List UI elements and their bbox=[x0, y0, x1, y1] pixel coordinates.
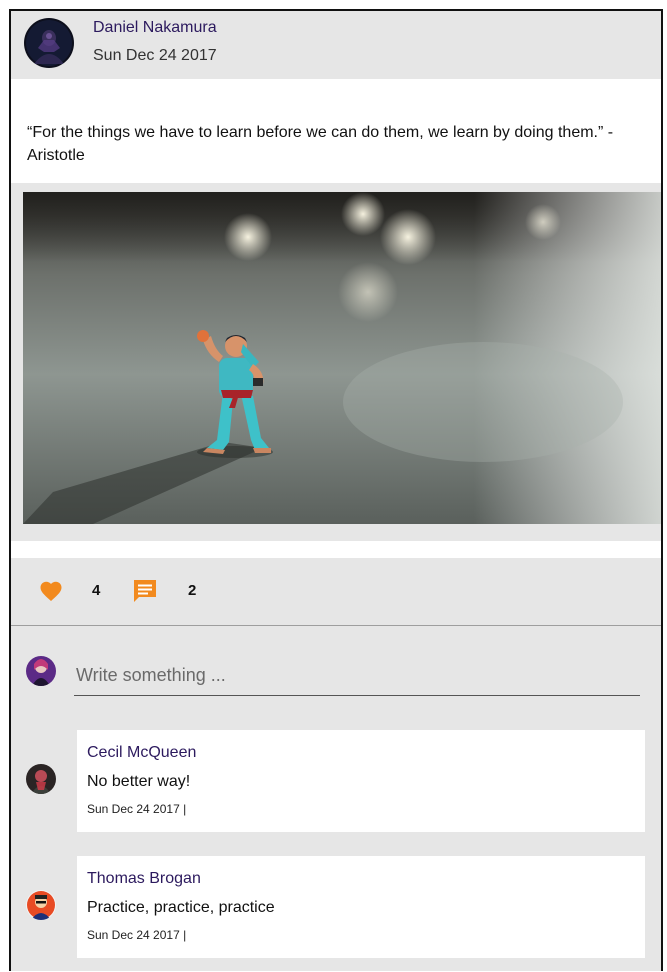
heart-icon[interactable] bbox=[39, 580, 63, 602]
comment-card: Thomas Brogan Practice, practice, practi… bbox=[77, 856, 645, 958]
commenter-avatar[interactable] bbox=[26, 890, 56, 920]
post-header: Daniel Nakamura Sun Dec 24 2017 bbox=[11, 11, 661, 79]
post-card: Daniel Nakamura Sun Dec 24 2017 “For the… bbox=[9, 9, 663, 971]
post-body: “For the things we have to learn before … bbox=[11, 79, 661, 183]
comment-date: Sun Dec 24 2017 | bbox=[87, 928, 187, 942]
comment-card: Cecil McQueen No better way! Sun Dec 24 … bbox=[77, 730, 645, 832]
post-text: “For the things we have to learn before … bbox=[27, 124, 614, 164]
comment-author[interactable]: Cecil McQueen bbox=[87, 744, 196, 762]
comment-text: No better way! bbox=[87, 773, 191, 790]
comment-author[interactable]: Thomas Brogan bbox=[87, 870, 201, 888]
comment-icon[interactable] bbox=[132, 578, 158, 604]
current-user-avatar[interactable] bbox=[26, 656, 56, 686]
comment-date: Sun Dec 24 2017 | bbox=[87, 802, 187, 816]
like-count: 4 bbox=[92, 582, 101, 599]
comment-composer bbox=[11, 626, 661, 722]
comment-item: Thomas Brogan Practice, practice, practi… bbox=[11, 848, 661, 971]
author-avatar[interactable] bbox=[24, 18, 74, 68]
comment-input[interactable] bbox=[74, 662, 640, 696]
post-image[interactable] bbox=[23, 192, 661, 524]
divider bbox=[11, 541, 661, 558]
comment-item: Cecil McQueen No better way! Sun Dec 24 … bbox=[11, 722, 661, 848]
commenter-avatar[interactable] bbox=[26, 764, 56, 794]
post-image-container bbox=[11, 183, 661, 541]
author-name[interactable]: Daniel Nakamura bbox=[93, 19, 217, 37]
post-date: Sun Dec 24 2017 bbox=[93, 47, 217, 64]
post-stats: 4 2 bbox=[11, 558, 661, 626]
comment-text: Practice, practice, practice bbox=[87, 899, 275, 916]
comment-count: 2 bbox=[188, 582, 197, 599]
